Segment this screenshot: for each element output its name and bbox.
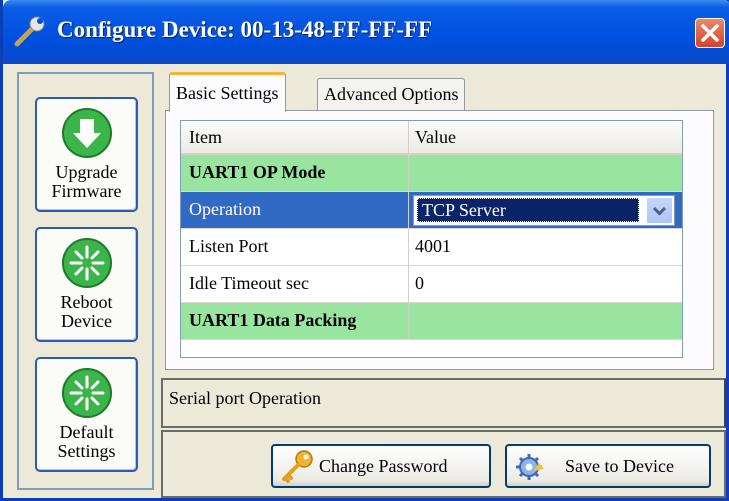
header-value[interactable]: Value: [409, 121, 682, 153]
save-to-device-label: Save to Device: [565, 456, 674, 476]
wrench-icon: [14, 16, 45, 47]
header-item[interactable]: Item: [181, 121, 409, 153]
row-item: Listen Port: [181, 229, 409, 265]
title-bar[interactable]: Configure Device: 00-13-48-FF-FF-FF: [3, 0, 729, 64]
grid-header: Item Value: [181, 121, 682, 155]
grid-row-listen-port[interactable]: Listen Port 4001: [181, 229, 682, 266]
change-password-button[interactable]: Change Password: [271, 444, 491, 488]
operation-dropdown[interactable]: TCP Server: [413, 195, 675, 226]
default-settings-button[interactable]: Default Settings: [35, 357, 138, 472]
sidebar: Upgrade Firmware Reboot Device Default S…: [17, 72, 154, 490]
property-grid: Item Value UART1 OP Mode Operation TCP S…: [180, 120, 683, 358]
default-label-1: Default: [59, 422, 114, 442]
download-arrow-icon: [62, 108, 112, 158]
upgrade-label-2: Firmware: [51, 181, 122, 201]
reboot-label-2: Device: [61, 311, 112, 331]
change-password-label: Change Password: [319, 456, 448, 476]
close-button[interactable]: [695, 18, 725, 48]
save-to-device-button[interactable]: Save to Device: [505, 444, 711, 488]
upgrade-label-1: Upgrade: [55, 162, 118, 182]
tab-advanced-options[interactable]: Advanced Options: [317, 78, 466, 110]
row-value: [409, 155, 682, 191]
row-value: [409, 303, 682, 339]
tab-panel: Item Value UART1 OP Mode Operation TCP S…: [165, 110, 714, 370]
vertical-scrollbar[interactable]: [682, 121, 683, 357]
row-item: UART1 Data Packing: [181, 303, 409, 339]
grid-row-operation[interactable]: Operation TCP Server: [181, 192, 682, 229]
grid-row-uart1-op-mode[interactable]: UART1 OP Mode: [181, 155, 682, 192]
gear-icon: [516, 454, 544, 480]
grid-row-uart1-data-packing[interactable]: UART1 Data Packing: [181, 303, 682, 340]
row-item: UART1 OP Mode: [181, 155, 409, 191]
reboot-label-1: Reboot: [60, 292, 113, 312]
dropdown-button[interactable]: [646, 197, 673, 224]
configure-device-window: Configure Device: 00-13-48-FF-FF-FF Upgr…: [0, 0, 729, 501]
upgrade-firmware-button[interactable]: Upgrade Firmware: [35, 97, 138, 212]
idle-timeout-value[interactable]: 0: [409, 266, 682, 302]
window-title: Configure Device: 00-13-48-FF-FF-FF: [57, 17, 433, 42]
reboot-device-button[interactable]: Reboot Device: [35, 227, 138, 342]
listen-port-value[interactable]: 4001: [409, 229, 682, 265]
reset-icon: [62, 368, 112, 418]
row-item: Idle Timeout sec: [181, 266, 409, 302]
operation-selected-value: TCP Server: [417, 198, 639, 222]
button-bar: Change Password Save to Device: [161, 430, 726, 498]
row-item: Operation: [181, 192, 409, 228]
grid-row-idle-timeout[interactable]: Idle Timeout sec 0: [181, 266, 682, 303]
default-label-2: Settings: [57, 441, 116, 461]
tab-basic-settings[interactable]: Basic Settings: [169, 72, 286, 112]
key-icon: [282, 450, 313, 483]
main-area: Basic Settings Advanced Options Item Val…: [159, 72, 728, 500]
reboot-icon: [62, 238, 112, 288]
chevron-down-icon: [652, 206, 667, 216]
description-panel: Serial port Operation: [161, 378, 726, 428]
close-icon: [701, 24, 719, 42]
